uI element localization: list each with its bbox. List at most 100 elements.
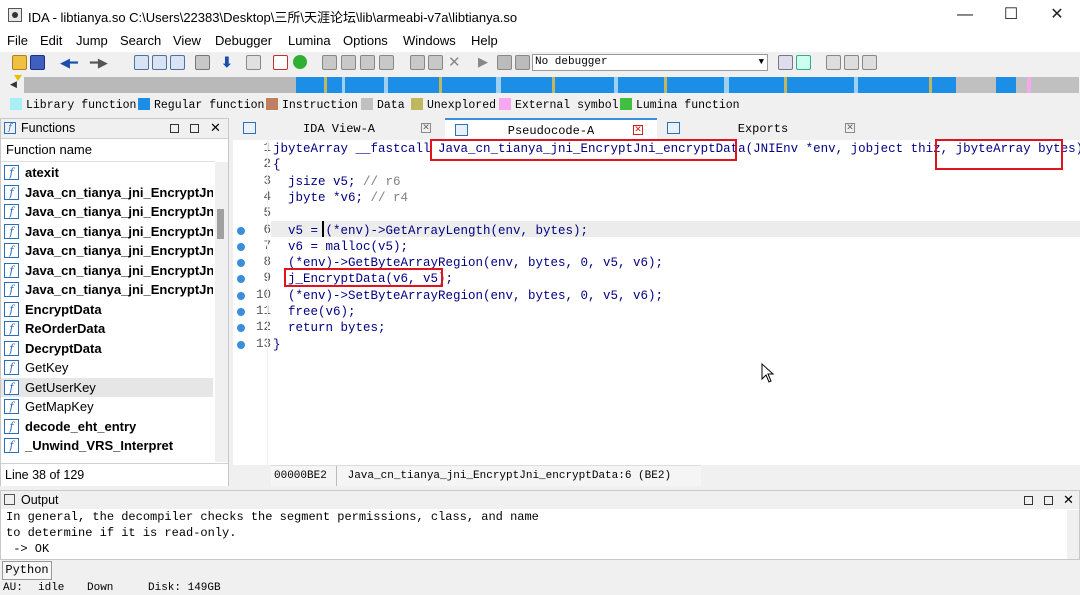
code-icon[interactable] <box>379 55 394 70</box>
menu-edit[interactable]: Edit <box>40 33 62 48</box>
stop-debug-icon[interactable] <box>515 55 530 70</box>
run-green-icon[interactable] <box>293 55 307 69</box>
function-list-item[interactable]: f GetMapKey <box>1 397 213 417</box>
function-list-item[interactable]: f atexit <box>1 163 213 183</box>
panel-close-icon[interactable]: ✕ <box>1063 492 1074 508</box>
data-icon[interactable] <box>410 55 425 70</box>
panel-restore-icon[interactable] <box>190 124 199 133</box>
function-icon: f <box>4 204 19 219</box>
python-button[interactable]: Python <box>2 561 52 580</box>
forward-arrow-icon[interactable]: ━▶ <box>90 55 108 71</box>
tab-pseudocode-a[interactable]: Pseudocode-A ✕ <box>445 118 657 140</box>
step-out-icon[interactable] <box>862 55 877 70</box>
menu-jump[interactable]: Jump <box>76 33 108 48</box>
code-line[interactable]: } <box>273 337 281 353</box>
code-line[interactable]: return bytes; <box>273 320 386 336</box>
code-line[interactable]: v6 = malloc(v5); <box>273 239 408 255</box>
function-list-item[interactable]: f Java_cn_tianya_jni_EncryptJni_ <box>1 280 213 300</box>
tab-close-icon[interactable]: ✕ <box>633 125 643 135</box>
legend-external-symbol: External symbol <box>499 98 619 112</box>
function-icon: f <box>4 184 19 200</box>
maximize-button[interactable]: ☐ <box>988 0 1034 30</box>
code-line[interactable]: { <box>273 157 281 173</box>
trace-icon[interactable] <box>796 55 811 70</box>
title-bar: IDA - libtianya.so C:\Users\22383\Deskto… <box>0 0 1080 30</box>
status-direction: Down <box>87 582 114 594</box>
enum-icon[interactable] <box>360 55 375 70</box>
status-bar: AU: idle Down Disk: 149GB <box>0 582 1080 595</box>
debugger-select[interactable]: No debugger ▼ <box>532 54 768 71</box>
output-line: In general, the decompiler checks the se… <box>6 510 539 524</box>
output-scrollbar[interactable] <box>1067 510 1079 559</box>
tab-exports[interactable]: Exports ✕ <box>657 118 869 140</box>
code-line[interactable]: v5 = (*env)->GetArrayLength(env, bytes); <box>273 223 588 239</box>
function-list: f atexit f Java_cn_tianya_jni_EncryptJni_ f J… <box>1 163 215 463</box>
menu-file[interactable]: File <box>7 33 28 48</box>
function-list-item[interactable]: f GetKey <box>1 358 213 378</box>
status-au-label: AU: <box>3 582 23 594</box>
function-list-item[interactable]: f Java_cn_tianya_jni_EncryptJni_ <box>1 202 213 222</box>
function-list-item[interactable]: f EncryptData <box>1 300 213 320</box>
navigation-strip[interactable] <box>24 77 1079 93</box>
legend-unexplored: Unexplored <box>411 98 496 112</box>
struct-icon[interactable] <box>341 55 356 70</box>
functions-panel: f Functions ✕ Function name f atexit f Java… <box>0 118 229 486</box>
function-list-item[interactable]: f Java_cn_tianya_jni_EncryptJni_ <box>1 241 213 261</box>
string-icon[interactable] <box>428 55 443 70</box>
function-list-item[interactable]: f Java_cn_tianya_jni_EncryptJni_ <box>1 183 213 203</box>
open-folder-icon[interactable] <box>12 55 27 70</box>
function-list-item[interactable]: f _Unwind_VRS_Interpret <box>1 436 213 456</box>
print-icon[interactable] <box>195 55 210 70</box>
functions-scrollbar[interactable] <box>215 162 228 462</box>
back-arrow-icon[interactable]: ◀━ <box>60 55 78 71</box>
tab-close-icon[interactable]: ✕ <box>845 123 855 133</box>
jump-down-icon[interactable]: ⬇ <box>221 54 233 71</box>
output-panel-header: Output ✕ <box>1 491 1079 509</box>
menu-lumina[interactable]: Lumina <box>288 33 331 48</box>
menu-windows[interactable]: Windows <box>403 33 456 48</box>
pseudocode-view[interactable]: 12345678910111213 jbyteArray __fastcall … <box>233 139 1080 465</box>
code-line[interactable]: (*env)->SetByteArrayRegion(env, bytes, 0… <box>273 288 663 304</box>
code-line[interactable]: jsize v5; // r6 <box>273 174 401 190</box>
function-list-item[interactable]: f GetUserKey <box>1 377 213 397</box>
binary-search-icon[interactable] <box>134 55 149 70</box>
menu-search[interactable]: Search <box>120 33 161 48</box>
step-over-icon[interactable] <box>844 55 859 70</box>
function-icon: f <box>4 243 19 258</box>
close-button[interactable]: ✕ <box>1034 0 1080 30</box>
panel-float-icon[interactable] <box>170 124 179 133</box>
step-into-icon[interactable] <box>826 55 841 70</box>
function-name-column-header[interactable]: Function name <box>1 138 215 162</box>
stop-icon[interactable] <box>273 55 288 70</box>
ida-app-icon <box>8 8 22 22</box>
code-line[interactable]: free(v6); <box>273 304 356 320</box>
tab-close-icon[interactable]: ✕ <box>421 123 431 133</box>
function-list-item[interactable]: f Java_cn_tianya_jni_EncryptJni_ <box>1 222 213 242</box>
breakpoint-icon[interactable] <box>778 55 793 70</box>
graph-icon[interactable] <box>322 55 337 70</box>
pause-icon[interactable] <box>497 55 512 70</box>
text-search-icon[interactable] <box>152 55 167 70</box>
function-list-item[interactable]: f Java_cn_tianya_jni_EncryptJni_ <box>1 261 213 281</box>
save-icon[interactable] <box>30 55 45 70</box>
minimize-button[interactable]: — <box>942 0 988 30</box>
function-list-item[interactable]: f DecryptData <box>1 339 213 359</box>
immediate-search-icon[interactable] <box>170 55 185 70</box>
panel-float-icon[interactable] <box>1024 496 1033 505</box>
panel-restore-icon[interactable] <box>1044 496 1053 505</box>
undefine-icon[interactable]: ✕ <box>448 53 461 71</box>
code-line[interactable]: jbyte *v6; // r4 <box>273 190 408 206</box>
start-debug-icon[interactable]: ▶ <box>478 54 488 70</box>
external-icon[interactable] <box>246 55 261 70</box>
function-list-item[interactable]: f decode_eht_entry <box>1 417 213 437</box>
panel-close-icon[interactable]: ✕ <box>210 120 221 136</box>
function-name: ReOrderData <box>25 321 106 336</box>
menu-help[interactable]: Help <box>471 33 498 48</box>
menu-options[interactable]: Options <box>343 33 388 48</box>
menu-view[interactable]: View <box>173 33 201 48</box>
scrollbar-thumb[interactable] <box>217 209 224 239</box>
function-name: atexit <box>25 165 59 180</box>
tab-ida-view-a[interactable]: IDA View-A ✕ <box>233 118 445 140</box>
function-list-item[interactable]: f ReOrderData <box>1 319 213 339</box>
menu-debugger[interactable]: Debugger <box>215 33 272 48</box>
